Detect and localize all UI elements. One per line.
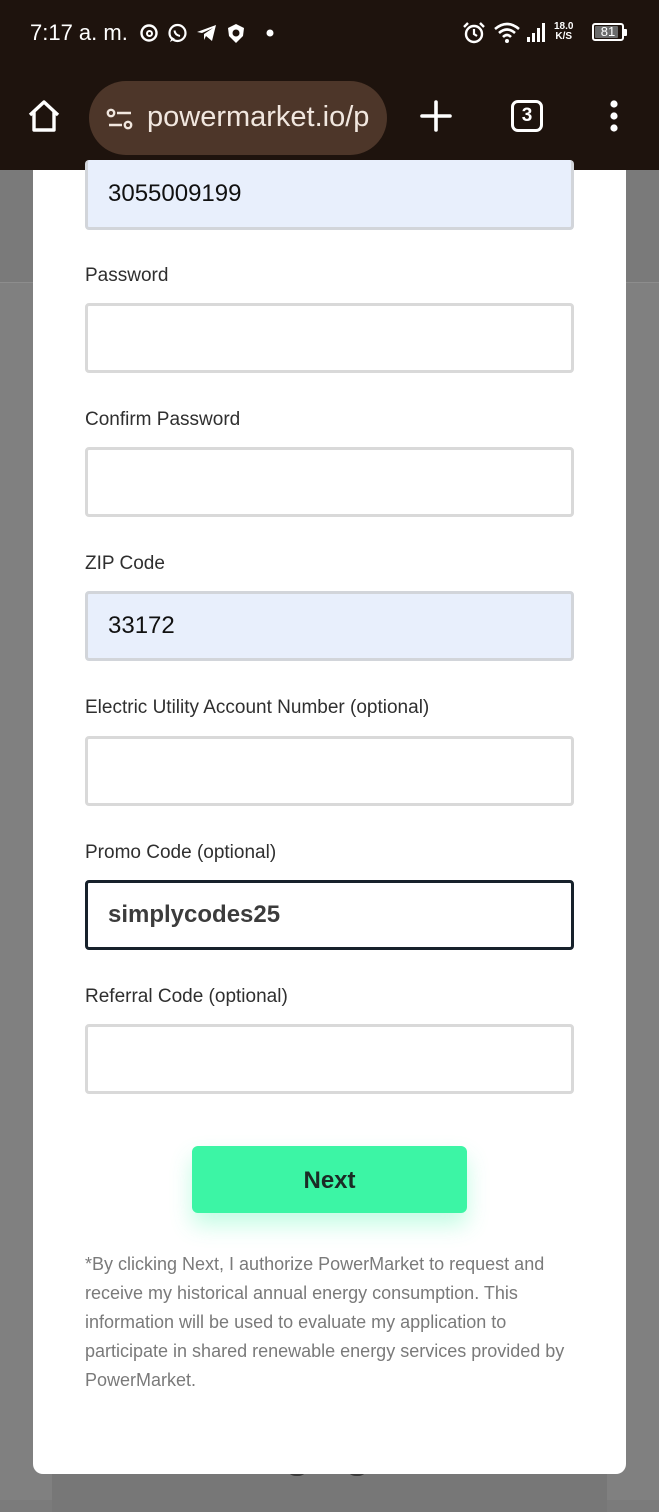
promo-code-field[interactable] <box>85 880 574 950</box>
confirm-password-field[interactable] <box>85 447 574 517</box>
next-button[interactable]: Next <box>192 1146 467 1213</box>
utility-account-label: Electric Utility Account Number (optiona… <box>85 697 430 718</box>
phone-field[interactable] <box>85 160 574 230</box>
utility-account-field[interactable] <box>85 736 574 806</box>
home-button[interactable] <box>24 98 64 138</box>
password-field[interactable] <box>85 303 574 373</box>
referral-code-field[interactable] <box>85 1024 574 1094</box>
promo-code-label: Promo Code (optional) <box>85 842 277 863</box>
battery-icon: 81 <box>592 23 627 41</box>
whatsapp-icon <box>167 20 188 46</box>
address-bar[interactable]: powermarket.io/p <box>89 81 387 155</box>
new-tab-plus-icon <box>419 99 453 138</box>
clock-time: 7:17 a. m. <box>30 20 128 45</box>
url-text: powermarket.io/p <box>147 101 370 133</box>
threads-icon <box>139 20 159 46</box>
page-backdrop-card <box>52 1472 607 1512</box>
new-tab-button[interactable] <box>416 98 456 138</box>
battery-level: 81 <box>600 24 616 39</box>
confirm-password-label: Confirm Password <box>85 409 241 430</box>
authorization-disclaimer: *By clicking Next, I authorize PowerMark… <box>85 1254 565 1390</box>
wifi-icon <box>493 20 521 46</box>
tab-switcher-icon[interactable]: 3 <box>511 100 543 132</box>
browser-toolbar: powermarket.io/p 3 <box>0 66 659 170</box>
password-label: Password <box>85 265 169 286</box>
site-settings-icon[interactable] <box>105 105 135 133</box>
signal-icon <box>526 20 548 46</box>
more-options-button[interactable] <box>600 98 628 138</box>
alarm-icon <box>462 20 486 46</box>
net-speed: 18.0 K/S <box>554 22 573 42</box>
referral-code-label: Referral Code (optional) <box>85 986 288 1007</box>
zip-code-field[interactable] <box>85 591 574 661</box>
tab-count: 3 <box>521 105 533 126</box>
telegram-icon <box>196 20 217 46</box>
zip-code-label: ZIP Code <box>85 553 165 574</box>
vpn-shield-icon <box>226 20 246 46</box>
home-icon <box>26 98 62 139</box>
net-speed-unit: K/S <box>555 31 573 42</box>
status-bar: 7:17 a. m. 18.0 K/S 81 <box>0 0 659 66</box>
more-vertical-icon <box>609 99 619 138</box>
notification-dot-icon <box>266 20 274 46</box>
